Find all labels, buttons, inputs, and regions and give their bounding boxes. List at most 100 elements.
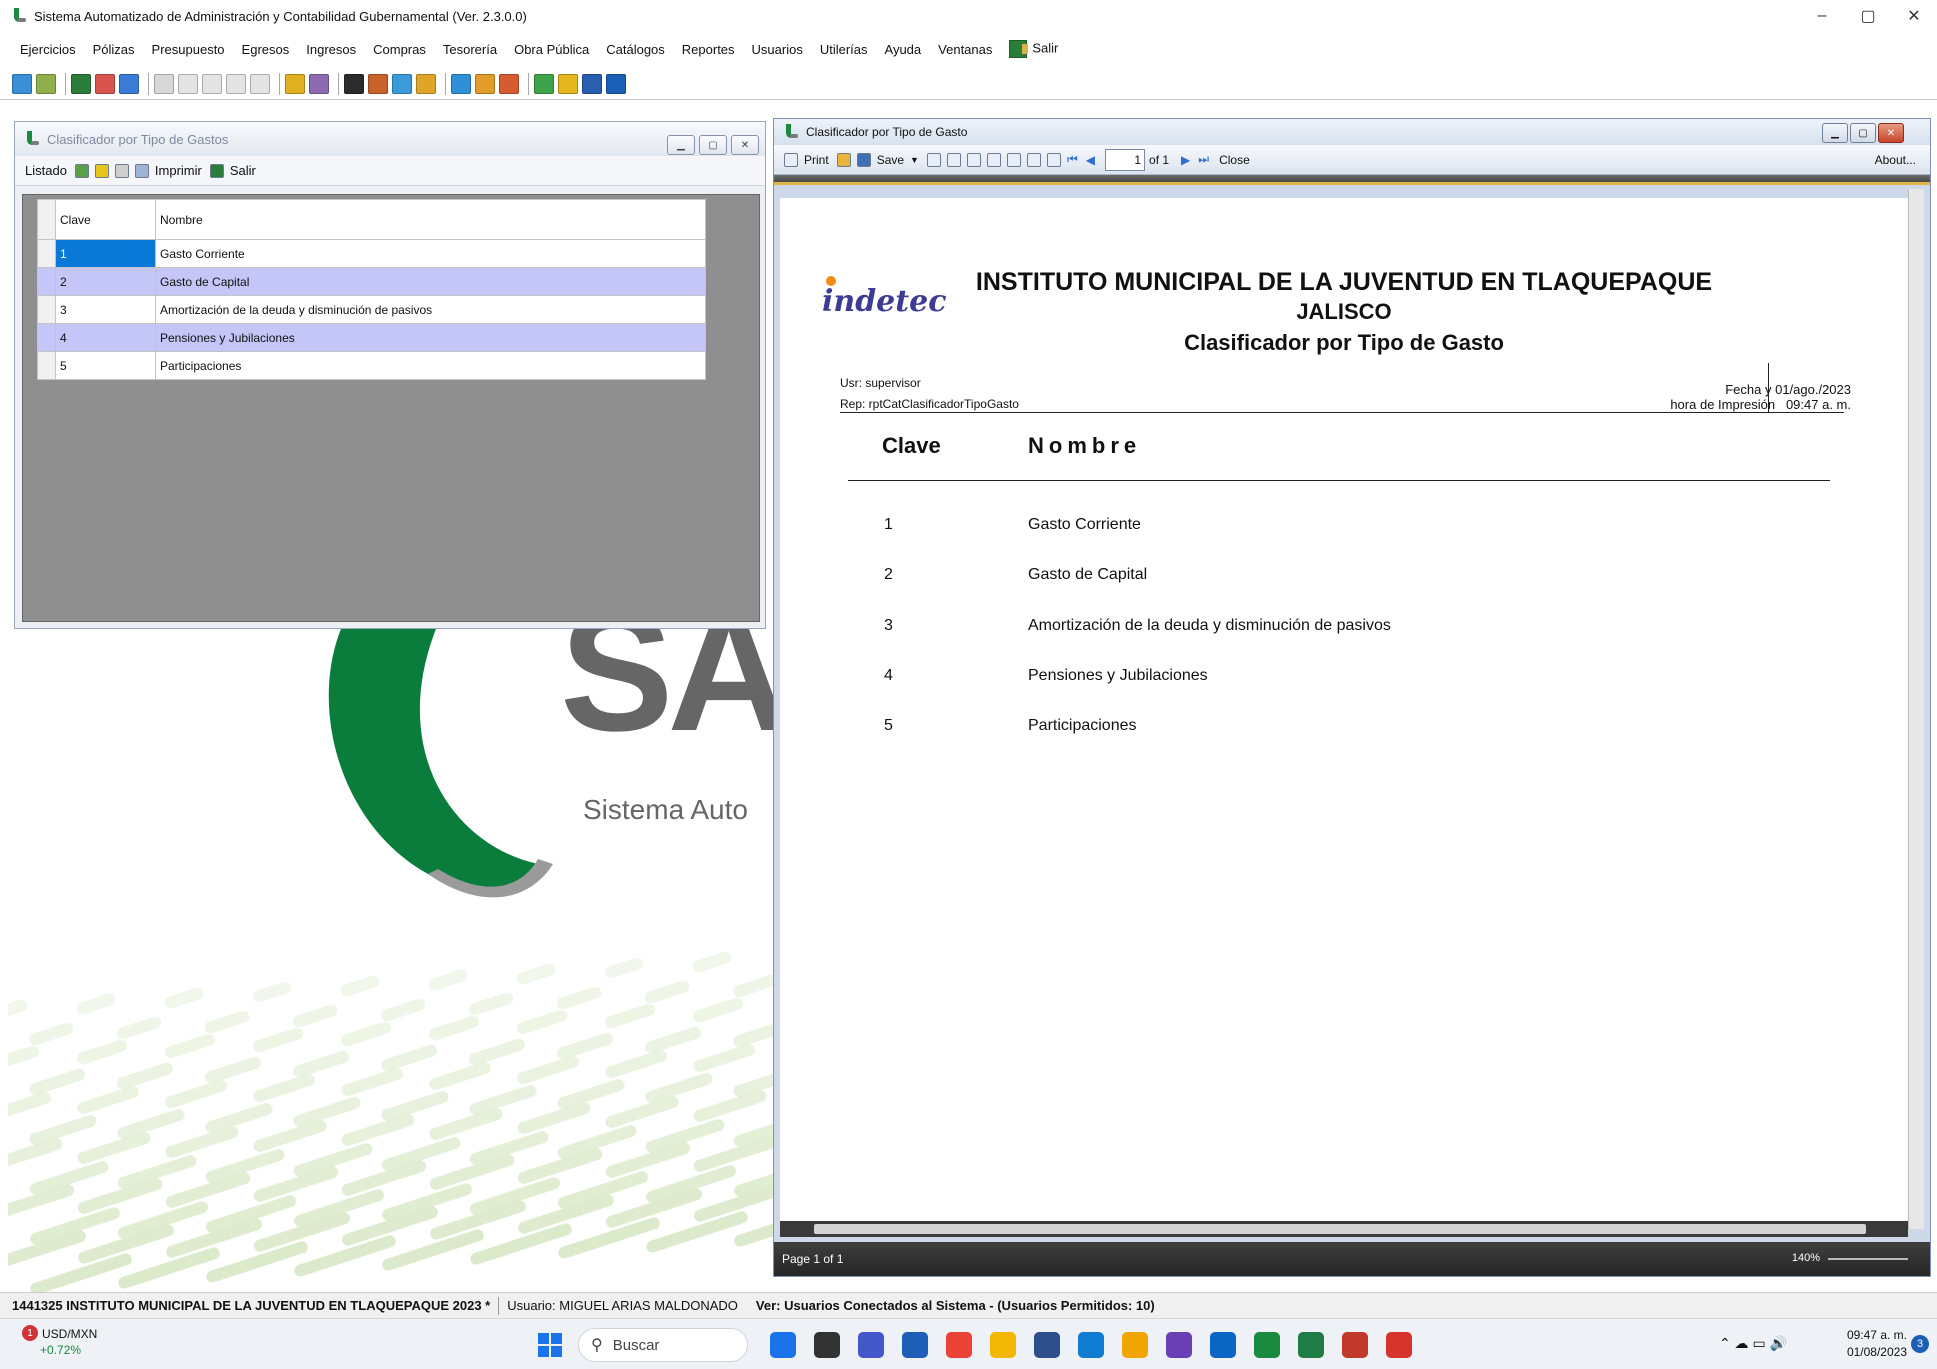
taskbar-search[interactable]: ⚲ Buscar <box>578 1328 748 1362</box>
menu-compras[interactable]: Compras <box>373 42 426 57</box>
taskbar-app-icon[interactable] <box>1078 1332 1104 1358</box>
toolbar-button-icon[interactable] <box>368 73 388 94</box>
vertical-scrollbar[interactable] <box>1908 189 1924 1229</box>
menu-presupuesto[interactable]: Presupuesto <box>152 42 225 57</box>
taskbar-app-icon[interactable] <box>1298 1332 1324 1358</box>
copy-icon[interactable] <box>1006 152 1021 167</box>
horizontal-scrollbar[interactable] <box>780 1221 1908 1237</box>
toolbar-button-icon[interactable] <box>582 73 602 94</box>
taskbar-app-icon[interactable] <box>1034 1332 1060 1358</box>
table-row[interactable]: 3 Amortización de la deuda y disminución … <box>37 295 706 324</box>
toolbar-button-icon[interactable] <box>499 73 519 94</box>
menu-obra-publica[interactable]: Obra Pública <box>514 42 589 57</box>
minimize-button[interactable]: – <box>1799 0 1845 32</box>
toolbar-button-icon[interactable] <box>202 73 222 94</box>
taskbar-app-icon[interactable] <box>1210 1332 1236 1358</box>
toolbar-button-icon[interactable] <box>344 73 364 94</box>
toolbar-button-icon[interactable] <box>392 73 412 94</box>
taskbar-app-icon[interactable] <box>1122 1332 1148 1358</box>
notification-badge[interactable]: 3 <box>1911 1335 1929 1353</box>
clear-filter-icon[interactable] <box>114 163 129 178</box>
toolbar-button-icon[interactable] <box>95 73 115 94</box>
refresh-icon[interactable] <box>74 163 89 178</box>
column-header-clave[interactable]: Clave <box>55 199 156 240</box>
catalog-close-button[interactable]: ✕ <box>731 135 759 155</box>
menu-polizas[interactable]: Pólizas <box>93 42 135 57</box>
taskbar-app-icon[interactable] <box>990 1332 1016 1358</box>
toolbar-button-icon[interactable] <box>119 73 139 94</box>
toolbar-button-icon[interactable] <box>309 73 329 94</box>
toolbar-button-icon[interactable] <box>250 73 270 94</box>
imprimir-button[interactable]: Imprimir <box>155 163 202 178</box>
widgets-button[interactable]: 1 USD/MXN +0.72% <box>22 1325 97 1357</box>
menu-catalogos[interactable]: Catálogos <box>606 42 665 57</box>
toolbar-button-icon[interactable] <box>451 73 471 94</box>
menu-ingresos[interactable]: Ingresos <box>306 42 356 57</box>
taskbar-app-icon[interactable] <box>814 1332 840 1358</box>
toolbar-button-icon[interactable] <box>36 73 56 94</box>
zoom-icon[interactable] <box>986 152 1001 167</box>
save-button[interactable]: Save ▼ <box>856 152 919 167</box>
table-row[interactable]: 2 Gasto de Capital <box>37 267 706 296</box>
toolbar-button-icon[interactable] <box>534 73 554 94</box>
report-close-button[interactable]: ✕ <box>1878 123 1904 143</box>
taskbar-app-icon[interactable] <box>1386 1332 1412 1358</box>
restore-button[interactable]: ▢ <box>1845 0 1891 32</box>
menu-ventanas[interactable]: Ventanas <box>938 42 992 57</box>
taskbar-app-icon[interactable] <box>1254 1332 1280 1358</box>
start-button[interactable] <box>538 1333 562 1357</box>
zoom-slider[interactable] <box>1828 1258 1908 1260</box>
page-setup-icon[interactable] <box>1046 152 1061 167</box>
toolbar-button-icon[interactable] <box>226 73 246 94</box>
taskbar-app-icon[interactable] <box>902 1332 928 1358</box>
toolbar-button-icon[interactable] <box>12 73 32 94</box>
column-header-nombre[interactable]: Nombre <box>155 199 706 240</box>
close-button[interactable]: ✕ <box>1891 0 1937 32</box>
report-restore-button[interactable]: ▢ <box>1850 123 1876 143</box>
menu-reportes[interactable]: Reportes <box>682 42 735 57</box>
about-button[interactable]: About... <box>1875 153 1916 167</box>
tray-icons[interactable]: ⌃ ☁ ▭ 🔊 <box>1719 1335 1787 1352</box>
close-report-button[interactable]: Close <box>1219 153 1250 167</box>
toolbar-button-icon[interactable] <box>154 73 174 94</box>
taskbar-app-icon[interactable] <box>1342 1332 1368 1358</box>
filter-icon[interactable] <box>94 163 109 178</box>
export-icon[interactable] <box>1026 152 1041 167</box>
toolbar-button-icon[interactable] <box>178 73 198 94</box>
catalog-minimize-button[interactable]: ▁ <box>667 135 695 155</box>
system-clock[interactable]: 09:47 a. m. 01/08/2023 <box>1847 1327 1907 1361</box>
email-icon[interactable] <box>926 152 941 167</box>
next-page-icon[interactable]: ▶ <box>1181 153 1190 167</box>
toolbar-button-icon[interactable] <box>71 73 91 94</box>
listado-button[interactable]: Listado <box>25 163 67 178</box>
table-row[interactable]: 5 Participaciones <box>37 351 706 380</box>
connected-users-link[interactable]: Ver: Usuarios Conectados al Sistema - (U… <box>756 1298 1155 1313</box>
page-number-input[interactable]: 1 <box>1105 148 1146 171</box>
previous-page-icon[interactable]: ◀ <box>1086 153 1095 167</box>
menu-utilerias[interactable]: Utilerías <box>820 42 868 57</box>
toolbar-button-icon[interactable] <box>558 73 578 94</box>
menu-ayuda[interactable]: Ayuda <box>885 42 922 57</box>
last-page-icon[interactable]: ⏭ <box>1198 152 1209 167</box>
taskbar-app-icon[interactable] <box>946 1332 972 1358</box>
menu-salir[interactable]: Salir <box>1009 40 1058 58</box>
report-minimize-button[interactable]: ▁ <box>1822 123 1848 143</box>
open-icon[interactable] <box>836 152 851 167</box>
taskbar-app-icon[interactable] <box>1166 1332 1192 1358</box>
toolbar-button-icon[interactable] <box>416 73 436 94</box>
toolbar-button-icon[interactable] <box>475 73 495 94</box>
scroll-thumb[interactable] <box>814 1224 1866 1234</box>
layout-icon[interactable] <box>966 152 981 167</box>
menu-egresos[interactable]: Egresos <box>242 42 290 57</box>
first-page-icon[interactable]: ⏮ <box>1067 152 1078 167</box>
table-row[interactable]: 4 Pensiones y Jubilaciones <box>37 323 706 352</box>
menu-ejercicios[interactable]: Ejercicios <box>20 42 76 57</box>
find-icon[interactable] <box>946 152 961 167</box>
taskbar-app-icon[interactable] <box>858 1332 884 1358</box>
menu-usuarios[interactable]: Usuarios <box>752 42 803 57</box>
catalog-restore-button[interactable]: ▢ <box>699 135 727 155</box>
menu-tesoreria[interactable]: Tesorería <box>443 42 497 57</box>
table-row[interactable]: 1 Gasto Corriente <box>37 239 706 268</box>
taskbar-app-icon[interactable] <box>770 1332 796 1358</box>
toolbar-button-icon[interactable] <box>285 73 305 94</box>
